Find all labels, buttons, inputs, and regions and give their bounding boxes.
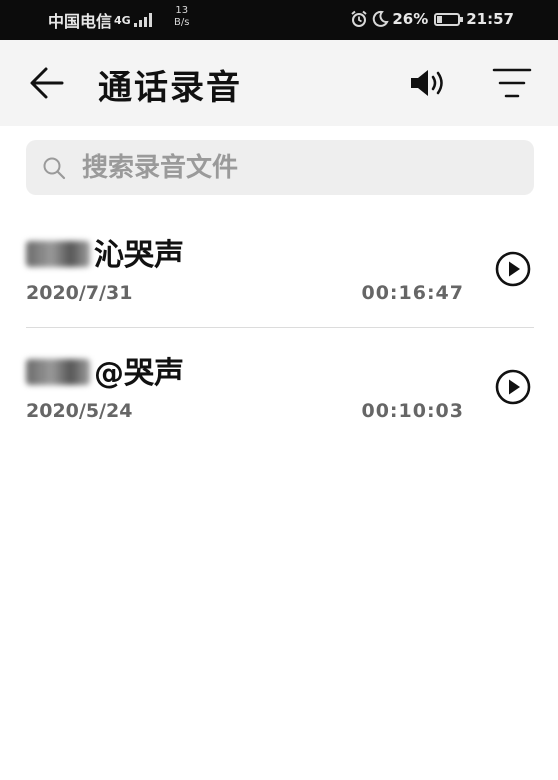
speaker-icon[interactable] — [408, 66, 448, 100]
recording-date: 2020/7/31 — [26, 282, 133, 304]
recording-name-visible: 沁哭声 — [94, 238, 184, 273]
network-speed-value: 13 — [175, 5, 189, 16]
sort-icon[interactable] — [492, 66, 532, 100]
recording-list: 沁哭声 2020/7/31 00:16:47 @哭声 2020/5/24 00:… — [0, 210, 558, 446]
battery-percent: 26% — [392, 10, 429, 28]
app-bar: 通话录音 — [0, 40, 558, 126]
battery-fill — [437, 15, 443, 23]
recording-name-visible: @哭声 — [94, 356, 184, 391]
play-icon[interactable] — [494, 368, 532, 406]
network-type: 4G — [114, 13, 131, 27]
recording-date: 2020/5/24 — [26, 400, 133, 422]
recording-duration: 00:10:03 — [361, 400, 464, 422]
network-speed-unit: B/s — [174, 17, 190, 28]
redacted-text — [26, 359, 90, 385]
arrow-left-icon[interactable] — [28, 64, 66, 102]
signal-icon — [133, 13, 152, 27]
alarm-icon — [351, 10, 367, 27]
list-item[interactable]: @哭声 2020/5/24 00:10:03 — [0, 328, 558, 446]
search-bar[interactable] — [26, 140, 534, 195]
list-item[interactable]: 沁哭声 2020/7/31 00:16:47 — [0, 210, 558, 328]
search-input[interactable] — [80, 148, 514, 188]
recording-name: 沁哭声 — [26, 230, 184, 274]
moon-icon — [373, 10, 390, 27]
page-title: 通话录音 — [98, 68, 242, 108]
search-icon — [43, 157, 66, 180]
recording-duration: 00:16:47 — [361, 282, 464, 304]
recording-name: @哭声 — [26, 348, 184, 392]
redacted-text — [26, 241, 90, 267]
status-right: 26% 21:57 — [350, 10, 514, 28]
network-speed: 13 B/s — [174, 5, 189, 29]
clock: 21:57 — [466, 10, 514, 28]
play-icon[interactable] — [494, 250, 532, 288]
carrier-name: 中国电信 — [48, 12, 113, 31]
status-left: 中国电信 4G — [48, 8, 152, 32]
status-bar: 中国电信 4G 13 B/s 26% 21:57 — [0, 0, 558, 40]
battery-icon — [434, 12, 464, 26]
